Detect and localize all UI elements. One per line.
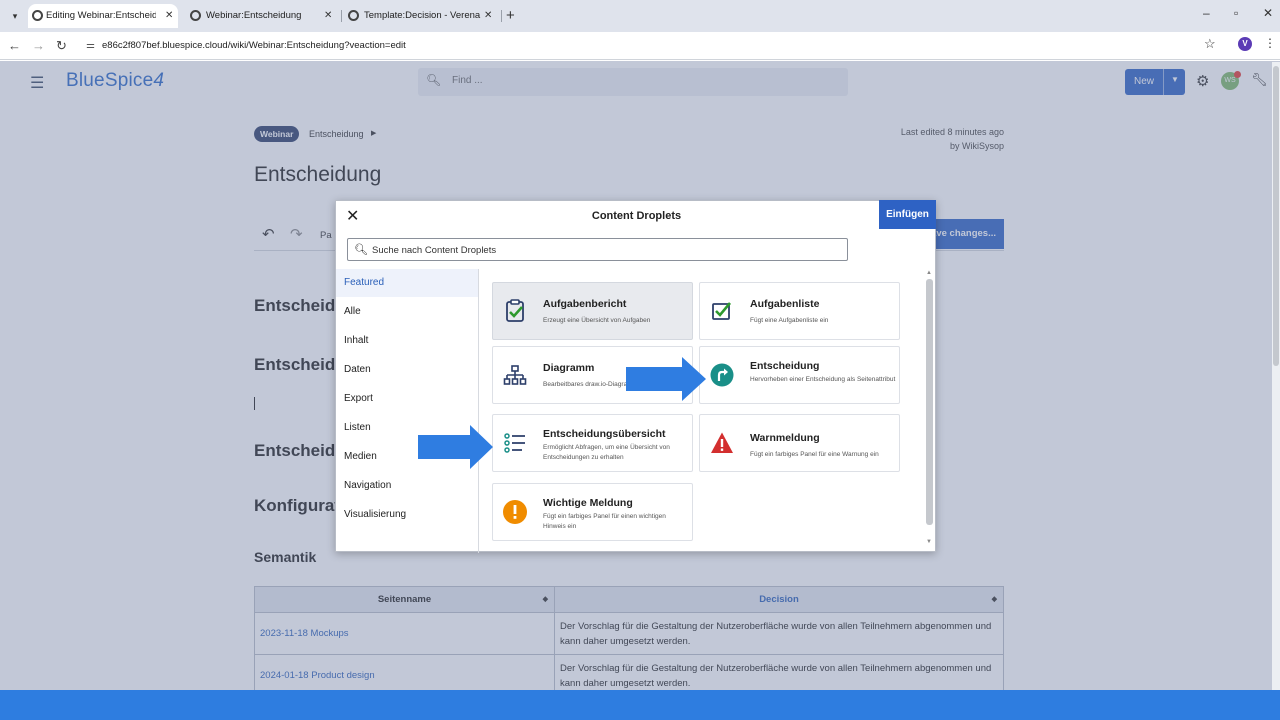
scroll-down-icon[interactable]: ▼ (926, 539, 932, 545)
category-export[interactable]: Export (336, 385, 478, 413)
droplet-list-scrollbar[interactable] (926, 279, 933, 525)
clipboard-check-icon (506, 299, 524, 322)
search-icon: 🔍︎ (354, 244, 368, 256)
site-settings-icon[interactable]: ⚌ (86, 36, 95, 56)
close-window-icon[interactable]: ✕ (1263, 6, 1273, 20)
profile-avatar[interactable]: V (1238, 37, 1252, 51)
close-tab-icon[interactable]: ✕ (165, 4, 173, 28)
droplet-description: Fügt ein farbiges Panel für einen wichti… (543, 513, 666, 530)
droplet-card-wichtige-meldung[interactable]: Wichtige Meldung Fügt ein farbiges Panel… (492, 483, 693, 541)
tab-title: Template:Decision - Verena (364, 10, 481, 21)
category-daten[interactable]: Daten (336, 356, 478, 384)
droplet-title: Entscheidungsübersicht (543, 428, 666, 440)
url-field[interactable]: ⚌ e86c2f807bef.bluespice.cloud/wiki/Webi… (82, 36, 1232, 56)
sitemap-icon (503, 365, 527, 385)
droplet-grid: Aufgabenbericht Erzeugt eine Übersicht v… (480, 269, 925, 553)
tab-editing[interactable]: Editing Webinar:Entscheidung ✕ (28, 4, 178, 28)
tab-separator (341, 10, 342, 22)
droplet-title: Warnmeldung (750, 432, 820, 444)
droplet-title: Diagramm (543, 362, 595, 374)
droplet-title: Aufgabenbericht (543, 298, 627, 310)
bookmark-star-icon[interactable]: ☆ (1204, 36, 1216, 52)
category-inhalt[interactable]: Inhalt (336, 327, 478, 355)
globe-icon (348, 10, 359, 21)
page-scrollbar[interactable] (1272, 62, 1280, 690)
scrollbar-thumb[interactable] (1273, 66, 1279, 366)
browser-menu-icon[interactable]: ⋮ (1264, 36, 1276, 50)
globe-icon (190, 10, 201, 21)
category-visualisierung[interactable]: Visualisierung (336, 501, 478, 529)
droplet-title: Aufgabenliste (750, 298, 820, 310)
droplet-description: Fügt ein farbiges Panel für eine Warnung… (750, 451, 879, 458)
new-tab-button[interactable]: + (506, 4, 515, 28)
decision-arrow-icon (710, 363, 734, 387)
droplet-description: Hervorheben einer Entscheidung als Seite… (750, 376, 896, 383)
category-featured[interactable]: Featured (336, 269, 478, 297)
minimize-icon[interactable]: – (1203, 6, 1210, 20)
back-icon[interactable]: ← (8, 36, 21, 56)
close-tab-icon[interactable]: ✕ (484, 4, 492, 28)
wiki-app: ☰ BlueSpice4 🔍︎ Find ... New ▼ ⚙ WS 🔧︎ W… (0, 61, 1280, 690)
tab-webinar[interactable]: Webinar:Entscheidung ✕ (190, 4, 340, 28)
forward-icon[interactable]: → (32, 36, 45, 56)
list-icon (504, 433, 525, 453)
checkbox-icon (712, 302, 731, 320)
tab-separator (501, 10, 502, 22)
search-placeholder: Suche nach Content Droplets (372, 245, 497, 256)
bottom-color-bar (0, 690, 1280, 720)
reload-icon[interactable]: ↻ (56, 36, 67, 56)
address-bar-row: ← → ↻ ⚌ e86c2f807bef.bluespice.cloud/wik… (0, 32, 1280, 60)
tab-title: Editing Webinar:Entscheidung (46, 10, 156, 21)
droplet-card-entscheidung[interactable]: Entscheidung Hervorheben einer Entscheid… (699, 346, 900, 404)
annotation-arrow-icon (626, 357, 706, 401)
warning-icon (711, 432, 733, 453)
droplet-card-entscheidungsuebersicht[interactable]: Entscheidungsübersicht Ermöglicht Abfrag… (492, 414, 693, 472)
droplet-card-aufgabenliste[interactable]: Aufgabenliste Fügt eine Aufgabenliste ei… (699, 282, 900, 340)
insert-button[interactable]: Einfügen (879, 200, 936, 229)
droplet-card-aufgabenbericht[interactable]: Aufgabenbericht Erzeugt eine Übersicht v… (492, 282, 693, 340)
restore-icon[interactable]: ▫ (1234, 6, 1238, 20)
droplet-description: Erzeugt eine Übersicht von Aufgaben (543, 317, 651, 324)
category-alle[interactable]: Alle (336, 298, 478, 326)
tab-title: Webinar:Entscheidung (206, 10, 302, 21)
dialog-title: Content Droplets (591, 210, 682, 222)
tab-template[interactable]: Template:Decision - Verena ✕ (348, 4, 498, 28)
droplet-title: Entscheidung (750, 360, 820, 372)
tab-search-icon[interactable]: ▾ (6, 7, 24, 25)
scroll-up-icon[interactable]: ▲ (926, 270, 932, 276)
droplet-card-warnmeldung[interactable]: Warnmeldung Fügt ein farbiges Panel für … (699, 414, 900, 472)
droplet-title: Wichtige Meldung (543, 497, 633, 509)
exclamation-icon (503, 500, 527, 524)
droplet-description: Ermöglicht Abfragen, um eine Übersicht v… (543, 444, 670, 461)
browser-tabbar: ▾ Editing Webinar:Entscheidung ✕ Webinar… (0, 0, 1280, 32)
droplet-category-nav: Featured Alle Inhalt Daten Export Listen… (336, 269, 479, 553)
droplet-search-input[interactable]: 🔍︎ Suche nach Content Droplets (347, 238, 848, 261)
globe-icon (32, 10, 43, 21)
url-text: e86c2f807bef.bluespice.cloud/wiki/Webina… (102, 40, 406, 51)
close-tab-icon[interactable]: ✕ (324, 4, 332, 28)
category-navigation[interactable]: Navigation (336, 472, 478, 500)
annotation-arrow-icon (418, 425, 493, 469)
droplet-description: Fügt eine Aufgabenliste ein (750, 317, 829, 324)
